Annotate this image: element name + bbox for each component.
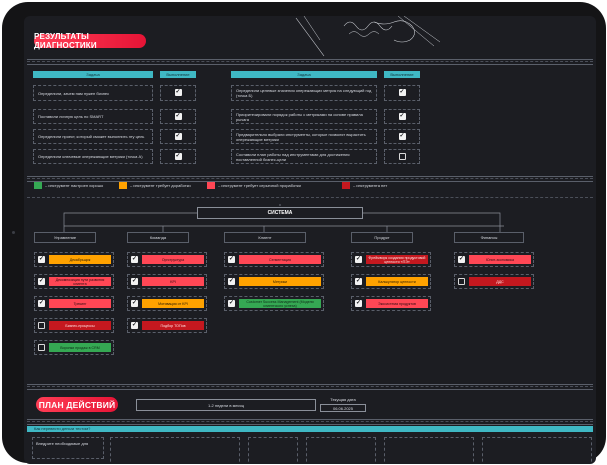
tool-row: ДДС xyxy=(454,274,534,289)
screen: РЕЗУЛЬТАТЫ ДИАГНОСТИКИ Задача Выполнение… xyxy=(24,16,596,464)
tool-checkbox[interactable]: ✓ xyxy=(458,256,465,263)
divider xyxy=(27,384,593,390)
tool-checkbox[interactable]: ✓ xyxy=(228,300,235,307)
tool-checkbox[interactable]: ✓ xyxy=(228,278,235,285)
action-cell xyxy=(482,437,592,464)
category-header: Управление xyxy=(34,232,96,243)
tool-label: Customer Success Management (Модели клие… xyxy=(239,299,321,308)
tablet-frame: РЕЗУЛЬТАТЫ ДИАГНОСТИКИ Задача Выполнение… xyxy=(2,2,606,464)
divider xyxy=(27,419,593,425)
tool-checkbox[interactable]: ✓ xyxy=(228,256,235,263)
tool-row: ✓ Метрики xyxy=(224,274,324,289)
tool-checkbox[interactable] xyxy=(38,344,45,351)
tool-checkbox[interactable]: ✓ xyxy=(38,300,45,307)
tool-label: ДДС xyxy=(469,277,531,286)
current-date-value: 06.06.2025 xyxy=(320,404,366,412)
tool-checkbox[interactable]: ✓ xyxy=(355,300,362,307)
action-cell xyxy=(248,437,298,464)
tool-label: Фреймворк создания продуктовой ценности … xyxy=(366,255,428,264)
tool-label: Подбор ТОПов xyxy=(142,321,204,330)
current-date-label: Текущая дата xyxy=(330,397,356,402)
tool-checkbox[interactable]: ✓ xyxy=(131,278,138,285)
tool-label: Метрики xyxy=(239,277,321,286)
tool-row: ✓ Сегментация xyxy=(224,252,324,267)
system-tree-connectors xyxy=(63,204,504,232)
camera-dot xyxy=(12,231,15,234)
tool-label: Бизнес-процессы xyxy=(49,321,111,330)
tool-label: KPI xyxy=(142,277,204,286)
tool-row: Бизнес-процессы xyxy=(34,318,114,333)
tool-label: Экосистема продуктов xyxy=(366,299,428,308)
category-header: Команда xyxy=(127,232,189,243)
tool-row: ✓ Юнит-экономика xyxy=(454,252,534,267)
tool-row: ✓ Калькулятор ценности xyxy=(351,274,431,289)
plan-title: ПЛАН ДЕЙСТВИЙ xyxy=(36,397,118,412)
tool-checkbox[interactable]: ✓ xyxy=(38,278,45,285)
tool-row: ✓ Декомпозиция пути развития клиента xyxy=(34,274,114,289)
tool-label: Трекинг xyxy=(49,299,111,308)
period-box: 1-2 недели в месяц xyxy=(136,399,316,411)
tool-row: ✓ Подбор ТОПов xyxy=(127,318,207,333)
action-table-header: Как перевести деньги тестом? xyxy=(34,426,91,431)
tool-checkbox[interactable]: ✓ xyxy=(131,322,138,329)
category-header: Продукт xyxy=(351,232,413,243)
tool-row: ✓ Customer Success Management (Модели кли… xyxy=(224,296,324,311)
tool-row: Воронки продаж в CRM xyxy=(34,340,114,355)
action-table-header-bar xyxy=(27,426,593,432)
category-header: Финансы xyxy=(454,232,524,243)
action-cell: Внедрите необходимые для xyxy=(32,437,104,459)
tool-checkbox[interactable]: ✓ xyxy=(355,278,362,285)
tool-label: Мотивация от KPI xyxy=(142,299,204,308)
tool-label: Сегментация xyxy=(239,255,321,264)
tool-label: Калькулятор ценности xyxy=(366,277,428,286)
tool-label: Декомпозиция пути развития клиента xyxy=(49,277,111,286)
tool-label: Воронки продаж в CRM xyxy=(49,343,111,352)
action-cell-text: Внедрите необходимые для xyxy=(36,441,89,446)
category-header: Клиент xyxy=(224,232,306,243)
tool-row: ✓ Оргструктура xyxy=(127,252,207,267)
tool-checkbox[interactable]: ✓ xyxy=(355,256,362,263)
tool-row: ✓ Декабрьщик xyxy=(34,252,114,267)
tool-row: ✓ Фреймворк создания продуктовой ценности… xyxy=(351,252,431,267)
tool-row: ✓ KPI xyxy=(127,274,207,289)
tool-checkbox[interactable]: ✓ xyxy=(131,300,138,307)
tool-row: ✓ Экосистема продуктов xyxy=(351,296,431,311)
tool-row: ✓ Трекинг xyxy=(34,296,114,311)
tool-label: Оргструктура xyxy=(142,255,204,264)
tool-row: ✓ Мотивация от KPI xyxy=(127,296,207,311)
tool-checkbox[interactable]: ✓ xyxy=(38,256,45,263)
action-cell xyxy=(384,437,474,464)
tool-label: Юнит-экономика xyxy=(469,255,531,264)
tool-checkbox[interactable] xyxy=(38,322,45,329)
action-cell xyxy=(306,437,376,464)
system-title: СИСТЕМА xyxy=(197,207,363,219)
action-cell xyxy=(110,437,240,464)
tool-checkbox[interactable]: ✓ xyxy=(131,256,138,263)
tool-checkbox[interactable] xyxy=(458,278,465,285)
tool-label: Декабрьщик xyxy=(49,255,111,264)
